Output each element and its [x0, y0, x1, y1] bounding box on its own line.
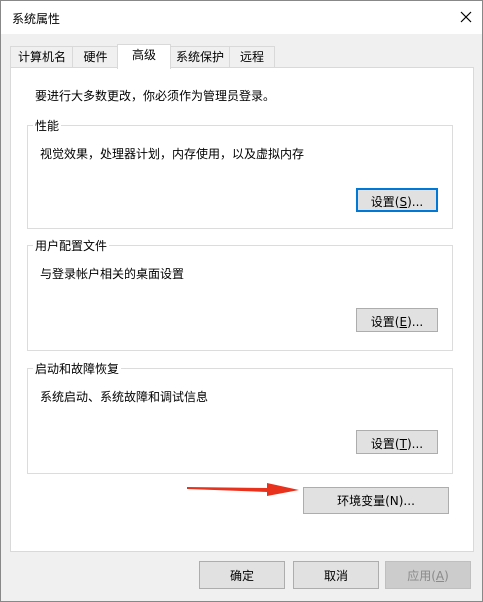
- performance-title: 性能: [33, 117, 62, 134]
- user-profiles-settings-button[interactable]: 设置(E)...: [356, 308, 438, 332]
- startup-recovery-settings-button[interactable]: 设置(T)...: [356, 430, 438, 454]
- user-profiles-title: 用户配置文件: [33, 237, 110, 254]
- user-profiles-description: 与登录帐户相关的桌面设置: [40, 267, 185, 281]
- user-profiles-group: 用户配置文件 与登录帐户相关的桌面设置 设置(E)...: [27, 237, 453, 351]
- tab-hardware[interactable]: 硬件: [72, 46, 119, 67]
- window-title: 系统属性: [12, 12, 61, 26]
- title-bar: 系统属性: [1, 1, 482, 34]
- system-properties-dialog: 系统属性 计算机名 硬件 高级 系统保护 远程 要进行大多数更改，你必须作为管理…: [0, 0, 483, 602]
- cancel-button[interactable]: 取消: [293, 561, 379, 589]
- tab-advanced[interactable]: 高级: [117, 44, 171, 69]
- performance-settings-button[interactable]: 设置(S)...: [356, 188, 438, 212]
- tab-remote[interactable]: 远程: [229, 46, 275, 67]
- startup-recovery-title: 启动和故障恢复: [33, 360, 122, 377]
- performance-description: 视觉效果，处理器计划，内存使用，以及虚拟内存: [40, 147, 305, 161]
- admin-notice: 要进行大多数更改，你必须作为管理员登录。: [35, 89, 276, 103]
- startup-recovery-group: 启动和故障恢复 系统启动、系统故障和调试信息 设置(T)...: [27, 360, 453, 474]
- apply-button[interactable]: 应用(A): [385, 561, 471, 589]
- close-icon[interactable]: [453, 5, 479, 29]
- ok-button[interactable]: 确定: [199, 561, 285, 589]
- environment-variables-button[interactable]: 环境变量(N)...: [303, 487, 449, 514]
- tab-system-protection[interactable]: 系统保护: [169, 46, 231, 67]
- startup-recovery-description: 系统启动、系统故障和调试信息: [40, 390, 209, 404]
- advanced-tab-panel: 要进行大多数更改，你必须作为管理员登录。 性能 视觉效果，处理器计划，内存使用，…: [10, 67, 474, 552]
- performance-group: 性能 视觉效果，处理器计划，内存使用，以及虚拟内存 设置(S)...: [27, 117, 453, 229]
- red-arrow-icon: [187, 483, 299, 496]
- tab-computer-name[interactable]: 计算机名: [10, 46, 74, 67]
